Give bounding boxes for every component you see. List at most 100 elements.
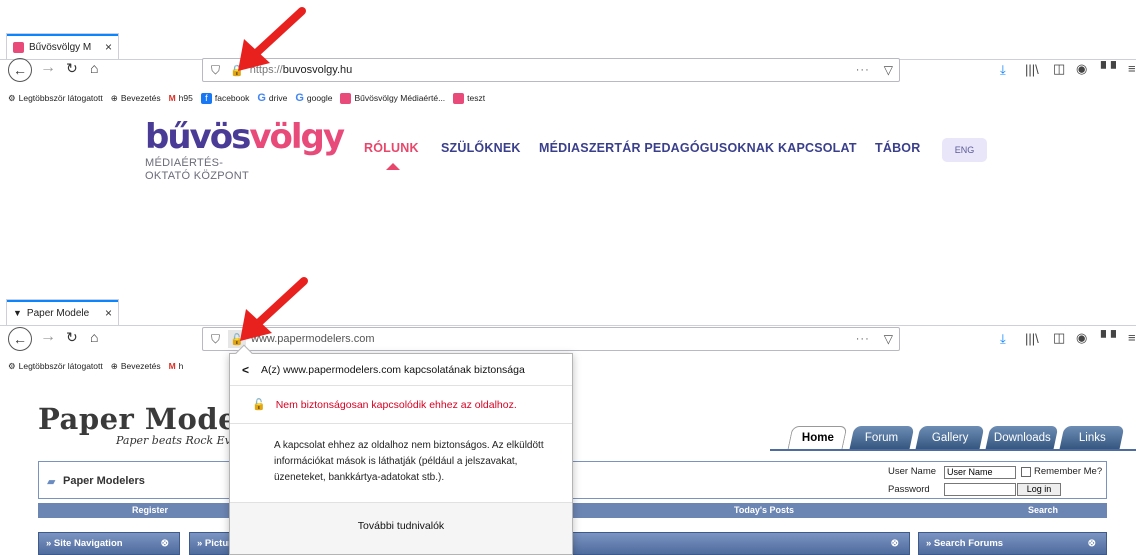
todays-posts-link[interactable]: Today's Posts: [734, 505, 794, 515]
browser-tab-buvosvolgy[interactable]: Bűvösvölgy M ×: [6, 33, 119, 60]
download-icon[interactable]: ⤓: [1000, 62, 1006, 78]
tracking-shield-icon[interactable]: ⛉: [211, 332, 220, 347]
bookmark-teszt[interactable]: teszt: [453, 92, 486, 104]
bookmark-label: h95: [178, 93, 193, 103]
menu-icon[interactable]: ≡: [1128, 61, 1136, 76]
tab-label: Forum: [865, 431, 899, 444]
tab-label: Links: [1078, 431, 1106, 444]
bookmark-label: h: [178, 361, 184, 371]
extensions-icon[interactable]: ▘▘: [1101, 330, 1121, 346]
remember-checkbox[interactable]: [1021, 467, 1031, 477]
browser-tab-papermodelers[interactable]: ▼ Paper Modele ×: [6, 299, 119, 326]
more-info-label: További tudnivalók: [357, 520, 445, 532]
bookmark-drive[interactable]: Gdrive: [257, 92, 287, 104]
bookmark-label: teszt: [467, 93, 486, 103]
annotation-arrow-bottom: [240, 277, 308, 341]
popup-header: < A(z) www.papermodelers.com kapcsolatán…: [230, 354, 572, 386]
bookmark-label: Legtöbbször látogatott: [18, 93, 103, 103]
popup-title: A(z) www.papermodelers.com kapcsolatának…: [261, 363, 525, 376]
sidebar-icon[interactable]: ◫: [1053, 330, 1065, 346]
buvosvolgy-logo[interactable]: bűvösvölgy: [145, 117, 345, 157]
pocket-icon[interactable]: ▽: [884, 63, 893, 77]
tab-home[interactable]: Home: [787, 426, 848, 449]
account-icon[interactable]: ◉: [1076, 330, 1087, 346]
insecure-warning-row: 🔓 Nem biztonságosan kapcsolódik ehhez az…: [230, 386, 572, 424]
library-icon[interactable]: |||\: [1025, 331, 1039, 346]
forum-icon: ▰: [47, 476, 56, 488]
bookmark-facebook[interactable]: f facebook: [200, 92, 249, 104]
bookmark-h95[interactable]: Mh: [169, 361, 184, 371]
forward-button[interactable]: →: [40, 328, 56, 346]
bookmark-google[interactable]: Ggoogle: [295, 92, 332, 104]
active-tab-indicator: [7, 34, 118, 36]
gear-icon: ⚙: [8, 360, 16, 371]
sidebar-icon[interactable]: ◫: [1053, 61, 1065, 77]
tracking-shield-icon[interactable]: ⛉: [211, 63, 220, 78]
bookmarks-bar: ⚙ Legtöbbször látogatott ⊕ Bevezetés Mh95 …: [0, 87, 1136, 109]
language-button[interactable]: ENG: [942, 138, 987, 162]
bookmark-label: Legtöbbször látogatott: [18, 361, 103, 371]
account-icon[interactable]: ◉: [1076, 61, 1087, 77]
search-forums-box[interactable]: » Search Forums ⊗: [918, 532, 1107, 555]
login-button[interactable]: Log in: [1017, 483, 1061, 496]
insecure-description: A kapcsolat ehhez az oldalhoz nem bizton…: [274, 440, 544, 483]
search-link[interactable]: Search: [1028, 505, 1058, 515]
collapse-icon[interactable]: ⊗: [891, 538, 899, 549]
tab-strip-border: [0, 325, 1136, 326]
username-input[interactable]: User Name: [944, 466, 1016, 479]
home-button[interactable]: ⌂: [90, 329, 98, 345]
collapse-icon[interactable]: ⊗: [161, 538, 169, 549]
home-button[interactable]: ⌂: [90, 60, 98, 76]
annotation-arrow-top: [238, 7, 306, 71]
tab-label: Gallery: [931, 431, 969, 444]
close-tab-icon[interactable]: ×: [105, 40, 112, 54]
bookmark-h95[interactable]: Mh95: [169, 93, 193, 103]
forward-button[interactable]: →: [40, 59, 56, 77]
pocket-icon[interactable]: ▽: [884, 332, 893, 346]
menu-icon[interactable]: ≡: [1128, 330, 1136, 345]
back-button[interactable]: ←: [8, 58, 32, 82]
close-tab-icon[interactable]: ×: [105, 306, 112, 320]
bookmark-most-visited[interactable]: ⚙ Legtöbbször látogatott: [8, 93, 103, 104]
tab-links[interactable]: Links: [1059, 426, 1125, 449]
forum-name[interactable]: Paper Modelers: [63, 475, 145, 487]
reload-button[interactable]: ↻: [66, 329, 78, 346]
bookmark-bevezetes[interactable]: ⊕ Bevezetés: [111, 361, 161, 372]
more-info-button[interactable]: További tudnivalók: [230, 502, 572, 554]
globe-icon: ⊕: [110, 92, 118, 103]
buvosvolgy-favicon-icon: [13, 41, 24, 53]
nav-kapcsolat[interactable]: KAPCSOLAT: [778, 141, 857, 155]
back-chevron-icon[interactable]: <: [242, 363, 249, 377]
tab-baseline: [770, 449, 1136, 451]
extensions-icon[interactable]: ▘▘: [1101, 61, 1121, 77]
remember-label: Remember Me?: [1034, 466, 1103, 477]
gmail-icon: M: [168, 361, 176, 371]
reload-button[interactable]: ↻: [66, 60, 78, 77]
password-input[interactable]: [944, 483, 1016, 496]
page-actions-icon[interactable]: ···: [856, 333, 870, 345]
nav-szuloknek[interactable]: SZÜLŐKNEK: [441, 141, 521, 155]
bookmark-most-visited[interactable]: ⚙ Legtöbbször látogatott: [8, 361, 103, 372]
logo-subtitle-line1: MÉDIAÉRTÉS-: [145, 157, 224, 169]
bookmark-label: Bevezetés: [120, 93, 161, 103]
page-actions-icon[interactable]: ···: [856, 64, 870, 76]
active-nav-indicator: [386, 163, 400, 170]
insecure-lock-icon: 🔓: [252, 399, 266, 411]
tab-downloads[interactable]: Downloads: [985, 426, 1059, 449]
nav-tabor[interactable]: TÁBOR: [875, 141, 920, 155]
bookmark-bevezetes[interactable]: ⊕ Bevezetés: [111, 93, 161, 104]
nav-rolunk[interactable]: RÓLUNK: [364, 141, 419, 155]
tab-gallery[interactable]: Gallery: [915, 426, 985, 449]
bookmark-buvosvolgy[interactable]: Bűvösvölgy Médiaérté...: [340, 92, 445, 104]
register-link[interactable]: Register: [132, 505, 168, 515]
back-button[interactable]: ←: [8, 327, 32, 351]
site-navigation-box[interactable]: » Site Navigation ⊗: [38, 532, 180, 555]
library-icon[interactable]: |||\: [1025, 62, 1039, 77]
gear-icon: ⚙: [8, 92, 16, 103]
globe-icon: ⊕: [110, 360, 118, 371]
nav-mediaszertar[interactable]: MÉDIASZERTÁR PEDAGÓGUSOKNAK: [539, 141, 774, 155]
connection-security-popup: < A(z) www.papermodelers.com kapcsolatán…: [229, 344, 573, 555]
tab-forum[interactable]: Forum: [849, 426, 915, 449]
download-icon[interactable]: ⤓: [1000, 331, 1006, 347]
collapse-icon[interactable]: ⊗: [1088, 538, 1096, 549]
